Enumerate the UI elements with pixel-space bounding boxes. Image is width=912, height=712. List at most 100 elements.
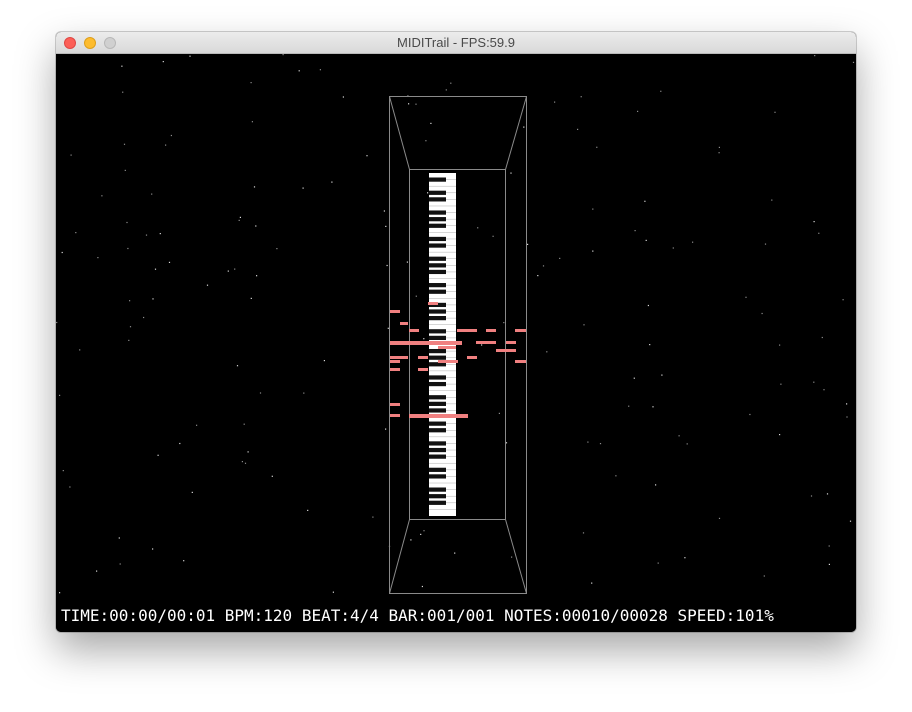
star [307, 509, 309, 511]
black-key [429, 474, 446, 479]
star [123, 143, 126, 145]
note-bar [390, 360, 400, 363]
star [238, 219, 240, 221]
star [410, 539, 412, 541]
star [810, 495, 813, 497]
star [425, 140, 427, 142]
star [96, 570, 98, 572]
star [661, 374, 663, 376]
star [61, 251, 63, 254]
black-key [429, 375, 446, 380]
star [779, 344, 781, 346]
black-key [429, 289, 446, 294]
star [846, 416, 848, 418]
star [383, 210, 385, 212]
star [129, 326, 132, 328]
star [56, 321, 58, 324]
black-key [429, 487, 446, 492]
star [241, 461, 243, 463]
star [587, 441, 589, 443]
star [828, 563, 830, 565]
note-bar [400, 322, 408, 325]
black-key [429, 401, 446, 406]
scene [56, 54, 855, 594]
black-key [429, 329, 446, 334]
star [154, 268, 157, 270]
title-bar[interactable]: MIDITrail - FPS:59.9 [56, 32, 856, 54]
black-key [429, 283, 446, 288]
star [582, 532, 585, 534]
star [596, 146, 598, 148]
star [718, 152, 720, 154]
status-bar: TIME:00:00/00:01 BPM:120 BEAT:4/4 BAR:00… [61, 606, 774, 625]
star [159, 233, 161, 235]
star [332, 591, 334, 593]
star [127, 247, 129, 250]
note-bar [515, 360, 526, 363]
star [849, 520, 852, 522]
star [813, 381, 815, 383]
star [527, 243, 529, 245]
star [761, 312, 763, 315]
frame-edge [505, 519, 527, 594]
star [157, 454, 159, 456]
star [372, 516, 374, 518]
star [366, 155, 368, 157]
black-key [429, 428, 446, 433]
star [678, 435, 680, 437]
star [779, 434, 781, 436]
star [749, 413, 751, 416]
star [70, 154, 72, 156]
note-bar [390, 341, 462, 345]
star [191, 491, 193, 493]
note-bar [390, 414, 400, 417]
black-key [429, 494, 446, 499]
star [236, 365, 239, 367]
star [649, 344, 651, 346]
note-bar [418, 368, 428, 371]
star [282, 54, 284, 56]
star [423, 338, 425, 340]
star [256, 275, 258, 277]
star [818, 232, 820, 234]
star [445, 89, 447, 91]
star [406, 261, 408, 263]
note-bar [467, 356, 477, 359]
black-key [429, 441, 446, 446]
star [124, 169, 126, 171]
star [652, 406, 654, 408]
note-bar [506, 341, 516, 344]
star [814, 55, 816, 57]
star [421, 585, 423, 588]
star [386, 264, 388, 267]
star [251, 121, 253, 123]
black-key [429, 190, 446, 195]
star [477, 227, 479, 229]
star [505, 442, 508, 444]
render-viewport[interactable] [56, 54, 856, 632]
star [745, 296, 747, 298]
black-key [429, 243, 446, 248]
star [152, 298, 154, 300]
black-key [429, 408, 446, 413]
star [247, 451, 249, 453]
note-bar [515, 329, 526, 332]
star [206, 284, 209, 286]
star [271, 475, 273, 477]
star [244, 462, 247, 464]
star [780, 383, 782, 385]
star [151, 193, 153, 195]
star [331, 181, 333, 183]
star [615, 475, 617, 477]
star [826, 493, 829, 495]
star [129, 300, 131, 302]
star [128, 339, 130, 341]
star [672, 247, 674, 249]
frame-edge [505, 96, 527, 170]
black-key [429, 348, 446, 354]
star [828, 545, 830, 547]
black-key [429, 381, 446, 387]
star [415, 103, 417, 105]
star [59, 592, 61, 594]
star [763, 575, 765, 577]
